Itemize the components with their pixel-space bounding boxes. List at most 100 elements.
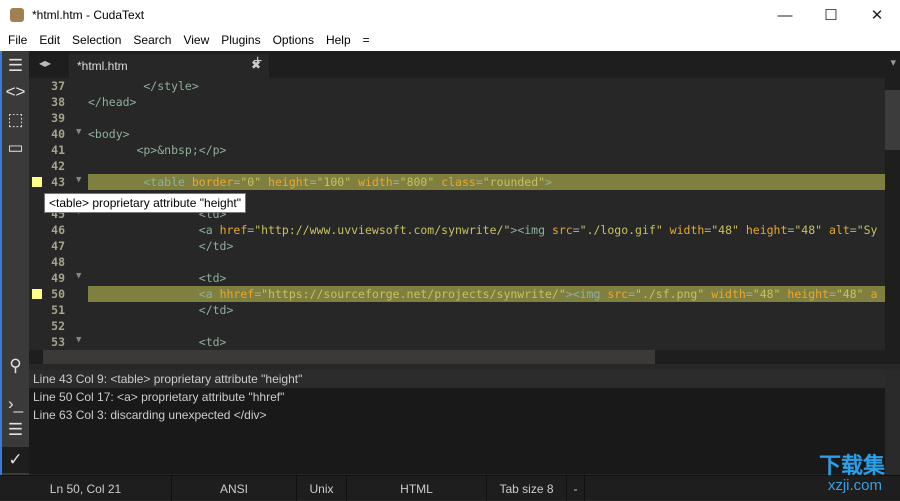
status-tab-size[interactable]: Tab size 8 (487, 476, 567, 501)
code-token: <td> (88, 335, 227, 349)
output-item[interactable]: Line 43 Col 9: <table> proprietary attri… (29, 370, 885, 388)
code-line[interactable]: 38 </head> (29, 94, 885, 110)
code-editor[interactable]: 37 </style> 38 </head> 39 40 ▼ <body> 41 <p>&nb… (29, 78, 885, 350)
code-token: <table (88, 175, 192, 189)
list-icon[interactable]: ☰ (2, 417, 29, 443)
title-bar: *html.htm - CudaText — ☐ ✕ (0, 0, 900, 30)
watermark-logo: 下载集 (818, 453, 885, 478)
code-token: src (551, 223, 573, 237)
code-line[interactable]: 46 <a href = "http://www.uvviewsoft.com/sy… (29, 222, 885, 238)
output-item[interactable]: Line 63 Col 3: discarding unexpected </d… (29, 406, 885, 424)
code-tree-icon[interactable]: <> (2, 79, 29, 105)
menu-extra[interactable]: = (355, 30, 374, 51)
code-line[interactable]: 41 <p>&nbsp;</p> (29, 142, 885, 158)
status-extra[interactable]: - (567, 476, 585, 501)
fold-arrow-icon[interactable]: ▼ (76, 127, 81, 137)
tab-dropdown-icon[interactable]: ▾ (890, 56, 896, 69)
code-token: = (309, 175, 317, 189)
tabs-panel-icon[interactable]: ▭ (2, 135, 29, 161)
menu-options[interactable]: Options (265, 30, 318, 51)
line-number: 49 (51, 271, 65, 285)
code-token: width (669, 223, 705, 237)
fold-arrow-icon[interactable]: ▼ (76, 335, 81, 345)
code-line[interactable]: 53 ▼ <td> (29, 334, 885, 350)
code-token: </td> (88, 239, 234, 253)
vertical-scrollbar[interactable] (885, 78, 900, 350)
output-scrollbar[interactable] (885, 370, 900, 474)
code-text: <body> (88, 127, 130, 141)
code-token: <td> (88, 271, 227, 285)
code-token: width (358, 175, 393, 189)
close-button[interactable]: ✕ (854, 0, 900, 30)
output-item[interactable]: Line 50 Col 17: <a> proprietary attribut… (29, 388, 885, 406)
fold-arrow-icon[interactable]: ▼ (76, 175, 81, 185)
code-text: <td> (88, 271, 227, 285)
code-token: href (219, 223, 248, 237)
code-token: border (191, 175, 234, 189)
menu-edit[interactable]: Edit (31, 30, 64, 51)
scroll-thumb[interactable] (885, 90, 900, 150)
code-line[interactable]: 52 (29, 318, 885, 334)
tab-arrows-icon[interactable]: ◂▸ (39, 56, 51, 70)
code-token: = (745, 287, 753, 301)
code-token: = (828, 287, 836, 301)
menu-plugins[interactable]: Plugins (213, 30, 264, 51)
search-icon[interactable]: ⚲ (2, 353, 29, 379)
code-line[interactable]: 43 ▼ <table border="0" height="100" width… (29, 174, 885, 190)
code-token: "48" (794, 223, 829, 237)
code-text: <table border="0" height="100" width="80… (88, 174, 885, 190)
menu-file[interactable]: File (0, 30, 31, 51)
menu-selection[interactable]: Selection (64, 30, 125, 51)
code-token: = (628, 287, 636, 301)
code-token: "800" (399, 175, 442, 189)
code-token: height (787, 287, 829, 301)
scroll-thumb[interactable] (43, 350, 655, 364)
status-encoding[interactable]: ANSI (172, 476, 297, 501)
code-token: "48" (835, 287, 871, 301)
code-token: = (392, 175, 400, 189)
status-position[interactable]: Ln 50, Col 21 (0, 476, 172, 501)
menu-icon[interactable]: ☰ (2, 53, 29, 79)
code-line[interactable]: 40 ▼ <body> (29, 126, 885, 142)
status-lexer[interactable]: HTML (347, 476, 487, 501)
horizontal-scrollbar[interactable] (29, 350, 900, 364)
menu-search[interactable]: Search (125, 30, 175, 51)
status-line-ending[interactable]: Unix (297, 476, 347, 501)
minimize-button[interactable]: — (762, 0, 808, 30)
tab-html-htm[interactable]: *html.htm ✖ (69, 54, 269, 78)
status-bar: Ln 50, Col 21 ANSI Unix HTML Tab size 8 … (0, 475, 900, 501)
code-token: "rounded" (482, 175, 546, 189)
code-line[interactable]: 48 (29, 254, 885, 270)
code-line[interactable]: 49 ▼ <td> (29, 270, 885, 286)
validate-check-icon[interactable]: ✓ (2, 447, 29, 473)
watermark-url: xzji.com (827, 477, 882, 494)
line-number: 47 (51, 239, 65, 253)
code-token: "48" (752, 287, 788, 301)
code-token: </head> (88, 95, 137, 109)
code-line[interactable]: 42 (29, 158, 885, 174)
add-tab-button[interactable]: + (253, 53, 262, 71)
code-token: <p>&nbsp;</p> (88, 143, 227, 157)
line-number: 53 (51, 335, 65, 349)
code-token: "./logo.gif" (579, 223, 670, 237)
maximize-button[interactable]: ☐ (808, 0, 854, 30)
code-token: height (268, 175, 310, 189)
code-text: </td> (88, 239, 234, 253)
code-text: </style> (88, 79, 198, 93)
menu-view[interactable]: View (175, 30, 213, 51)
code-line[interactable]: 47 </td> (29, 238, 885, 254)
line-number: 51 (51, 303, 65, 317)
code-line[interactable]: 39 (29, 110, 885, 126)
console-icon[interactable]: ›_ (2, 391, 29, 417)
code-text: </head> (88, 95, 136, 109)
line-number: 48 (51, 255, 65, 269)
code-line[interactable]: 50 <a hhref = "https://sourceforge.net/pro… (29, 286, 885, 302)
code-token: ><img (510, 223, 552, 237)
code-line[interactable]: 37 </style> (29, 78, 885, 94)
code-line[interactable]: 51 </td> (29, 302, 885, 318)
fold-arrow-icon[interactable]: ▼ (76, 271, 81, 281)
menu-help[interactable]: Help (318, 30, 355, 51)
package-icon[interactable]: ⬚ (2, 107, 29, 133)
app-icon (10, 8, 24, 22)
tab-bar: ◂▸ *html.htm ✖ + ▾ (29, 51, 900, 78)
